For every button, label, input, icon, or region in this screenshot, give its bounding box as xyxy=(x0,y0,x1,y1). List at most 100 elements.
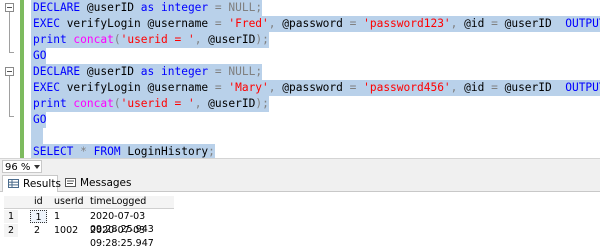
code-token: @userID xyxy=(208,33,256,46)
messages-icon xyxy=(65,178,76,187)
code-token: concat xyxy=(73,33,114,46)
code-line[interactable]: print concat('userid = ', @userID); xyxy=(31,32,269,48)
code-token: FROM xyxy=(93,145,128,158)
tab-results-label: Results xyxy=(23,178,61,190)
row-number[interactable]: 2 xyxy=(4,224,18,237)
code-token: LoginHistory xyxy=(127,145,209,158)
cell-timelogged[interactable]: 2020-07-03 09:28:25.943 xyxy=(90,210,154,235)
cell-userid[interactable]: 1 xyxy=(54,210,60,223)
row-number[interactable]: 1 xyxy=(4,210,18,223)
code-token: 'Mary' xyxy=(228,81,269,94)
code-line[interactable] xyxy=(31,128,43,144)
code-token: 'Fred' xyxy=(228,17,269,30)
code-token: = xyxy=(214,65,229,78)
fold-guide-end xyxy=(9,116,14,117)
code-token: SELECT xyxy=(33,145,81,158)
code-token: DECLARE xyxy=(33,1,87,14)
cell-id[interactable]: 1 xyxy=(30,210,47,223)
code-line[interactable]: DECLARE @userID as integer = NULL; xyxy=(31,64,263,80)
code-token: verifyLogin @username xyxy=(66,81,215,94)
code-token: @userID xyxy=(208,97,256,110)
results-tabs: Results Messages xyxy=(0,175,600,192)
column-header-timelogged[interactable]: timeLogged xyxy=(90,196,146,208)
code-token: DECLARE xyxy=(33,65,87,78)
code-token: ); xyxy=(255,33,269,46)
code-token: @id xyxy=(464,81,492,94)
chevron-down-icon[interactable] xyxy=(34,165,40,169)
code-line[interactable]: print concat('userid = ', @userID); xyxy=(31,96,269,112)
grid-icon xyxy=(8,179,19,188)
column-header-id[interactable]: id xyxy=(34,196,43,208)
tab-results[interactable]: Results xyxy=(2,175,61,192)
code-token: 'password456' xyxy=(363,81,451,94)
code-token: ( xyxy=(113,97,121,110)
code-token: = xyxy=(491,81,505,94)
code-token: ( xyxy=(113,33,121,46)
code-token: @userID xyxy=(86,1,141,14)
change-tracking-bar xyxy=(20,0,24,158)
grid-header xyxy=(4,196,174,209)
code-token: 'userid = ' xyxy=(120,33,195,46)
code-token: as xyxy=(140,1,161,14)
code-line[interactable]: EXEC verifyLogin @username = 'Mary', @pa… xyxy=(31,80,600,96)
code-token: = xyxy=(214,17,229,30)
column-header-userid[interactable]: userId xyxy=(54,196,84,208)
editor-gutter xyxy=(0,0,30,158)
code-token: NULL xyxy=(228,1,256,14)
fold-guide-end xyxy=(9,52,14,53)
code-token: print xyxy=(33,33,74,46)
fold-guide xyxy=(9,12,10,52)
fold-guide xyxy=(9,76,10,116)
cell-id[interactable]: 2 xyxy=(34,224,40,237)
cell-userid[interactable]: 1002 xyxy=(54,224,78,237)
code-token: = xyxy=(349,17,364,30)
code-token: ; xyxy=(208,145,215,158)
collapse-region-icon[interactable] xyxy=(5,3,14,12)
code-line[interactable]: EXEC verifyLogin @username = 'Fred', @pa… xyxy=(31,16,600,32)
code-token: GO xyxy=(33,49,47,62)
code-token: 'userid = ' xyxy=(120,97,195,110)
cell-timelogged[interactable]: 2020-07-03 09:28:25.947 xyxy=(90,224,154,249)
code-token: , xyxy=(450,17,465,30)
tab-messages[interactable]: Messages xyxy=(60,175,132,191)
zoom-value: 96 % xyxy=(5,162,31,173)
code-token: = xyxy=(214,1,229,14)
code-token: @password xyxy=(282,81,350,94)
code-token: = xyxy=(349,81,364,94)
code-token: integer xyxy=(161,1,215,14)
code-line[interactable]: GO xyxy=(31,48,47,64)
code-token: concat xyxy=(73,97,114,110)
code-token: ; xyxy=(255,65,263,78)
code-token: , xyxy=(450,81,465,94)
code-token: , xyxy=(194,33,209,46)
code-token: , xyxy=(268,17,283,30)
code-token: 'password123' xyxy=(363,17,451,30)
code-token: OUTPUT xyxy=(565,81,600,94)
query-editor[interactable]: DECLARE @userID as integer = NULL; EXEC v… xyxy=(0,0,600,160)
code-token: NULL xyxy=(228,65,256,78)
code-token: verifyLogin @username xyxy=(66,17,215,30)
collapse-region-icon[interactable] xyxy=(5,67,14,76)
code-token: @userID xyxy=(504,81,566,94)
code-token: = xyxy=(214,81,229,94)
code-token: @id xyxy=(464,17,492,30)
code-token: * xyxy=(80,145,94,158)
code-token: @userID xyxy=(504,17,566,30)
editor-status-strip: 96 % xyxy=(0,158,600,176)
code-token: OUTPUT xyxy=(565,17,600,30)
tab-messages-label: Messages xyxy=(80,177,132,189)
code-token: , xyxy=(268,81,283,94)
code-token: as xyxy=(140,65,161,78)
code-token: @password xyxy=(282,17,350,30)
code-token: ); xyxy=(255,97,269,110)
code-token: ; xyxy=(255,1,263,14)
code-token: = xyxy=(491,17,505,30)
code-token: EXEC xyxy=(33,81,67,94)
code-token: GO xyxy=(33,113,47,126)
zoom-select[interactable]: 96 % xyxy=(2,160,42,173)
code-token: print xyxy=(33,97,74,110)
code-line[interactable]: DECLARE @userID as integer = NULL; xyxy=(31,0,263,16)
code-line[interactable]: GO xyxy=(31,112,47,128)
code-token: @userID xyxy=(86,65,141,78)
code-token: integer xyxy=(161,65,215,78)
